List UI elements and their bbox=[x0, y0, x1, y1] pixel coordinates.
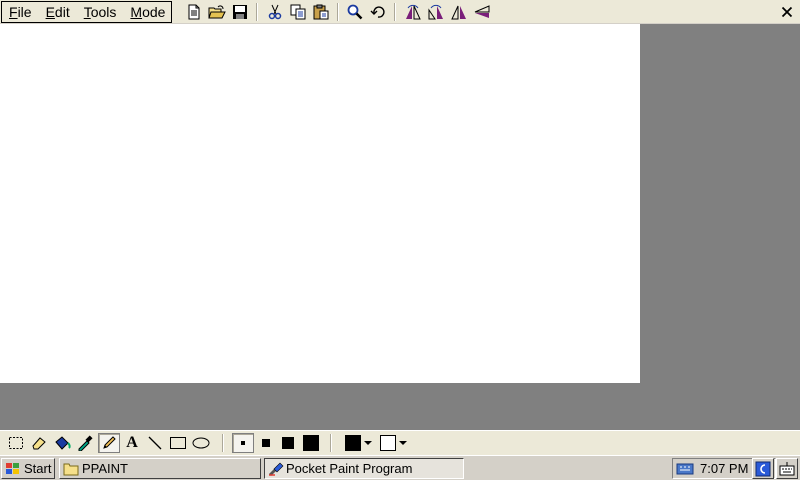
paint-app-icon bbox=[269, 462, 284, 476]
chevron-down-icon bbox=[398, 441, 407, 445]
desktop-button[interactable] bbox=[752, 458, 774, 479]
menu-edit[interactable]: Edit bbox=[39, 2, 77, 22]
start-label: Start bbox=[24, 461, 52, 476]
rectangle-tool-icon[interactable] bbox=[167, 433, 189, 453]
toolbar-separator bbox=[337, 3, 339, 21]
copy-icon[interactable] bbox=[287, 2, 309, 22]
line-tool-icon[interactable] bbox=[144, 433, 166, 453]
pencil-icon[interactable] bbox=[98, 433, 120, 453]
flip-vertical-icon[interactable] bbox=[471, 2, 493, 22]
foreground-color-picker[interactable] bbox=[341, 433, 375, 453]
task-pocket-paint[interactable]: Pocket Paint Program bbox=[264, 458, 464, 479]
menu-tools[interactable]: Tools bbox=[77, 2, 124, 22]
keyboard-button[interactable] bbox=[776, 458, 798, 479]
toolbar-separator bbox=[394, 3, 396, 21]
taskbar: Start PPAINT Pocket Paint Program 7:07 P… bbox=[0, 455, 800, 480]
paste-icon[interactable] bbox=[310, 2, 332, 22]
tool-palette: A bbox=[0, 430, 800, 455]
brush-size-3[interactable] bbox=[277, 433, 299, 453]
ellipse-tool-icon[interactable] bbox=[190, 433, 212, 453]
undo-icon[interactable] bbox=[367, 2, 389, 22]
fill-bucket-icon[interactable] bbox=[51, 433, 73, 453]
background-color-picker[interactable] bbox=[376, 433, 410, 453]
desktop-icon bbox=[755, 461, 771, 476]
rotate-right-icon[interactable] bbox=[425, 2, 447, 22]
menu-mode[interactable]: Mode bbox=[123, 2, 172, 22]
background-color-swatch bbox=[379, 435, 396, 451]
open-folder-icon[interactable] bbox=[206, 2, 228, 22]
drawing-canvas[interactable] bbox=[0, 24, 640, 383]
foreground-color-swatch bbox=[344, 435, 361, 451]
palette-separator bbox=[330, 434, 332, 452]
input-panel-icon[interactable] bbox=[676, 462, 694, 476]
save-icon[interactable] bbox=[229, 2, 251, 22]
chevron-down-icon bbox=[363, 441, 372, 445]
flip-horizontal-icon[interactable] bbox=[448, 2, 470, 22]
start-button[interactable]: Start bbox=[1, 458, 55, 479]
text-tool-icon[interactable]: A bbox=[121, 433, 143, 453]
toolbar-separator bbox=[256, 3, 258, 21]
menu-bar: File Edit Tools Mode bbox=[1, 1, 172, 23]
brush-size-4[interactable] bbox=[300, 433, 322, 453]
brush-size-2[interactable] bbox=[255, 433, 277, 453]
eraser-icon[interactable] bbox=[28, 433, 50, 453]
windows-logo-icon bbox=[6, 462, 19, 474]
menu-toolbar: File Edit Tools Mode bbox=[0, 0, 800, 24]
eyedropper-icon[interactable] bbox=[74, 433, 96, 453]
zoom-icon[interactable] bbox=[344, 2, 366, 22]
brush-size-1[interactable] bbox=[232, 433, 254, 453]
select-rect-icon[interactable] bbox=[5, 433, 27, 453]
palette-separator bbox=[222, 434, 224, 452]
menu-file[interactable]: File bbox=[2, 2, 39, 22]
new-file-icon[interactable] bbox=[183, 2, 205, 22]
task-label: PPAINT bbox=[82, 461, 128, 476]
close-icon[interactable] bbox=[776, 2, 798, 22]
keyboard-icon bbox=[779, 461, 795, 475]
task-ppaint[interactable]: PPAINT bbox=[59, 458, 261, 479]
clock[interactable]: 7:07 PM bbox=[700, 461, 748, 476]
folder-icon bbox=[63, 463, 79, 475]
task-label: Pocket Paint Program bbox=[286, 461, 413, 476]
cut-icon[interactable] bbox=[264, 2, 286, 22]
rotate-left-icon[interactable] bbox=[402, 2, 424, 22]
